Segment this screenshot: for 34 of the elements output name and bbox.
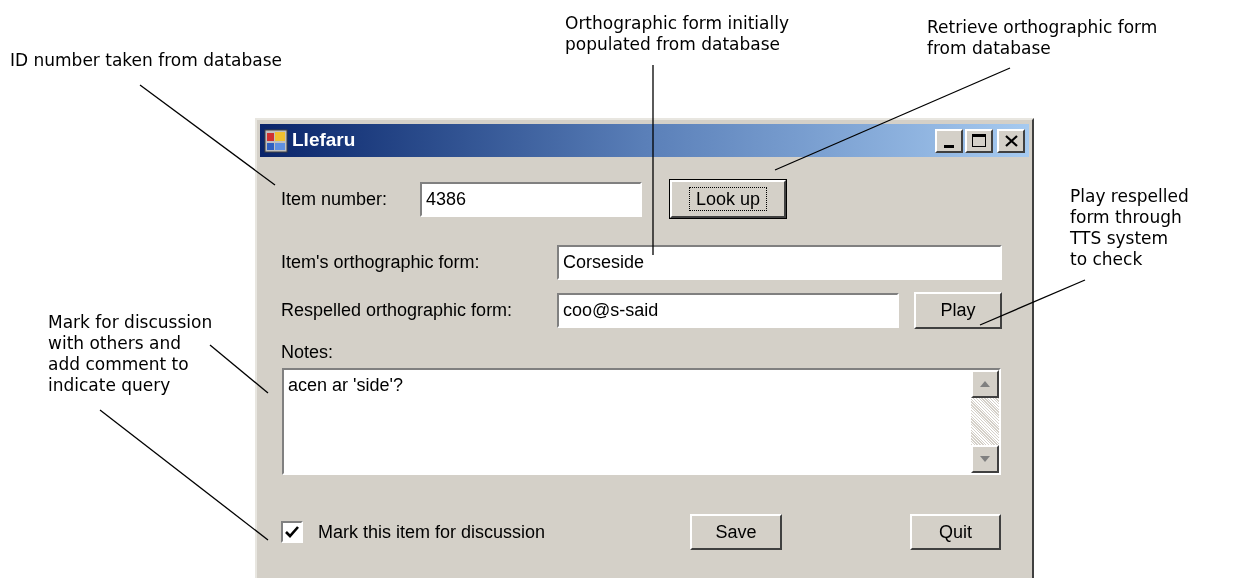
- minimize-icon: [944, 144, 954, 148]
- up-arrow-icon: [980, 381, 990, 387]
- annotation-text: Retrieve orthographic form from database: [927, 17, 1158, 59]
- down-arrow-icon: [980, 456, 990, 462]
- save-button[interactable]: Save: [690, 514, 782, 550]
- field-label: Notes:: [281, 341, 335, 363]
- scroll-up-button[interactable]: [971, 370, 999, 398]
- input-field[interactable]: coo@s-said: [557, 293, 899, 328]
- notes-box[interactable]: acen ar 'side'?: [282, 368, 1001, 475]
- field-label: Item's orthographic form:: [281, 251, 481, 274]
- checkmark-icon: [285, 526, 299, 538]
- field-label: Respelled orthographic form:: [281, 299, 514, 322]
- field-label: Item number:: [281, 187, 389, 211]
- checkbox-label: Mark this item for discussion: [318, 520, 547, 544]
- maximize-icon: [972, 134, 986, 147]
- input-field[interactable]: Corseside: [557, 245, 1002, 280]
- annotation-text: Orthographic form initially populated from database: [565, 13, 790, 55]
- annotation-text: Play respelled form through TTS system to check: [1070, 186, 1189, 270]
- quit-button[interactable]: Quit: [910, 514, 1001, 550]
- annotation-text: Mark for discussion with others and add comment to indicate query: [48, 312, 213, 396]
- leader-line: [209, 344, 269, 394]
- window-title: Llefaru: [292, 128, 356, 153]
- annotation-text: ID number taken from database: [10, 50, 282, 71]
- notes-text: acen ar 'side'?: [287, 374, 404, 397]
- close-button[interactable]: [997, 128, 1025, 153]
- input-field[interactable]: 4386: [420, 181, 642, 217]
- scroll-down-button[interactable]: [971, 445, 999, 473]
- maximize-button[interactable]: [965, 128, 993, 153]
- checkbox[interactable]: [281, 521, 303, 543]
- minimize-button[interactable]: [935, 128, 963, 153]
- look-up-button[interactable]: Look up: [670, 180, 786, 218]
- close-icon: [1004, 134, 1018, 147]
- play-button[interactable]: Play: [914, 292, 1002, 329]
- app-icon: [264, 128, 288, 153]
